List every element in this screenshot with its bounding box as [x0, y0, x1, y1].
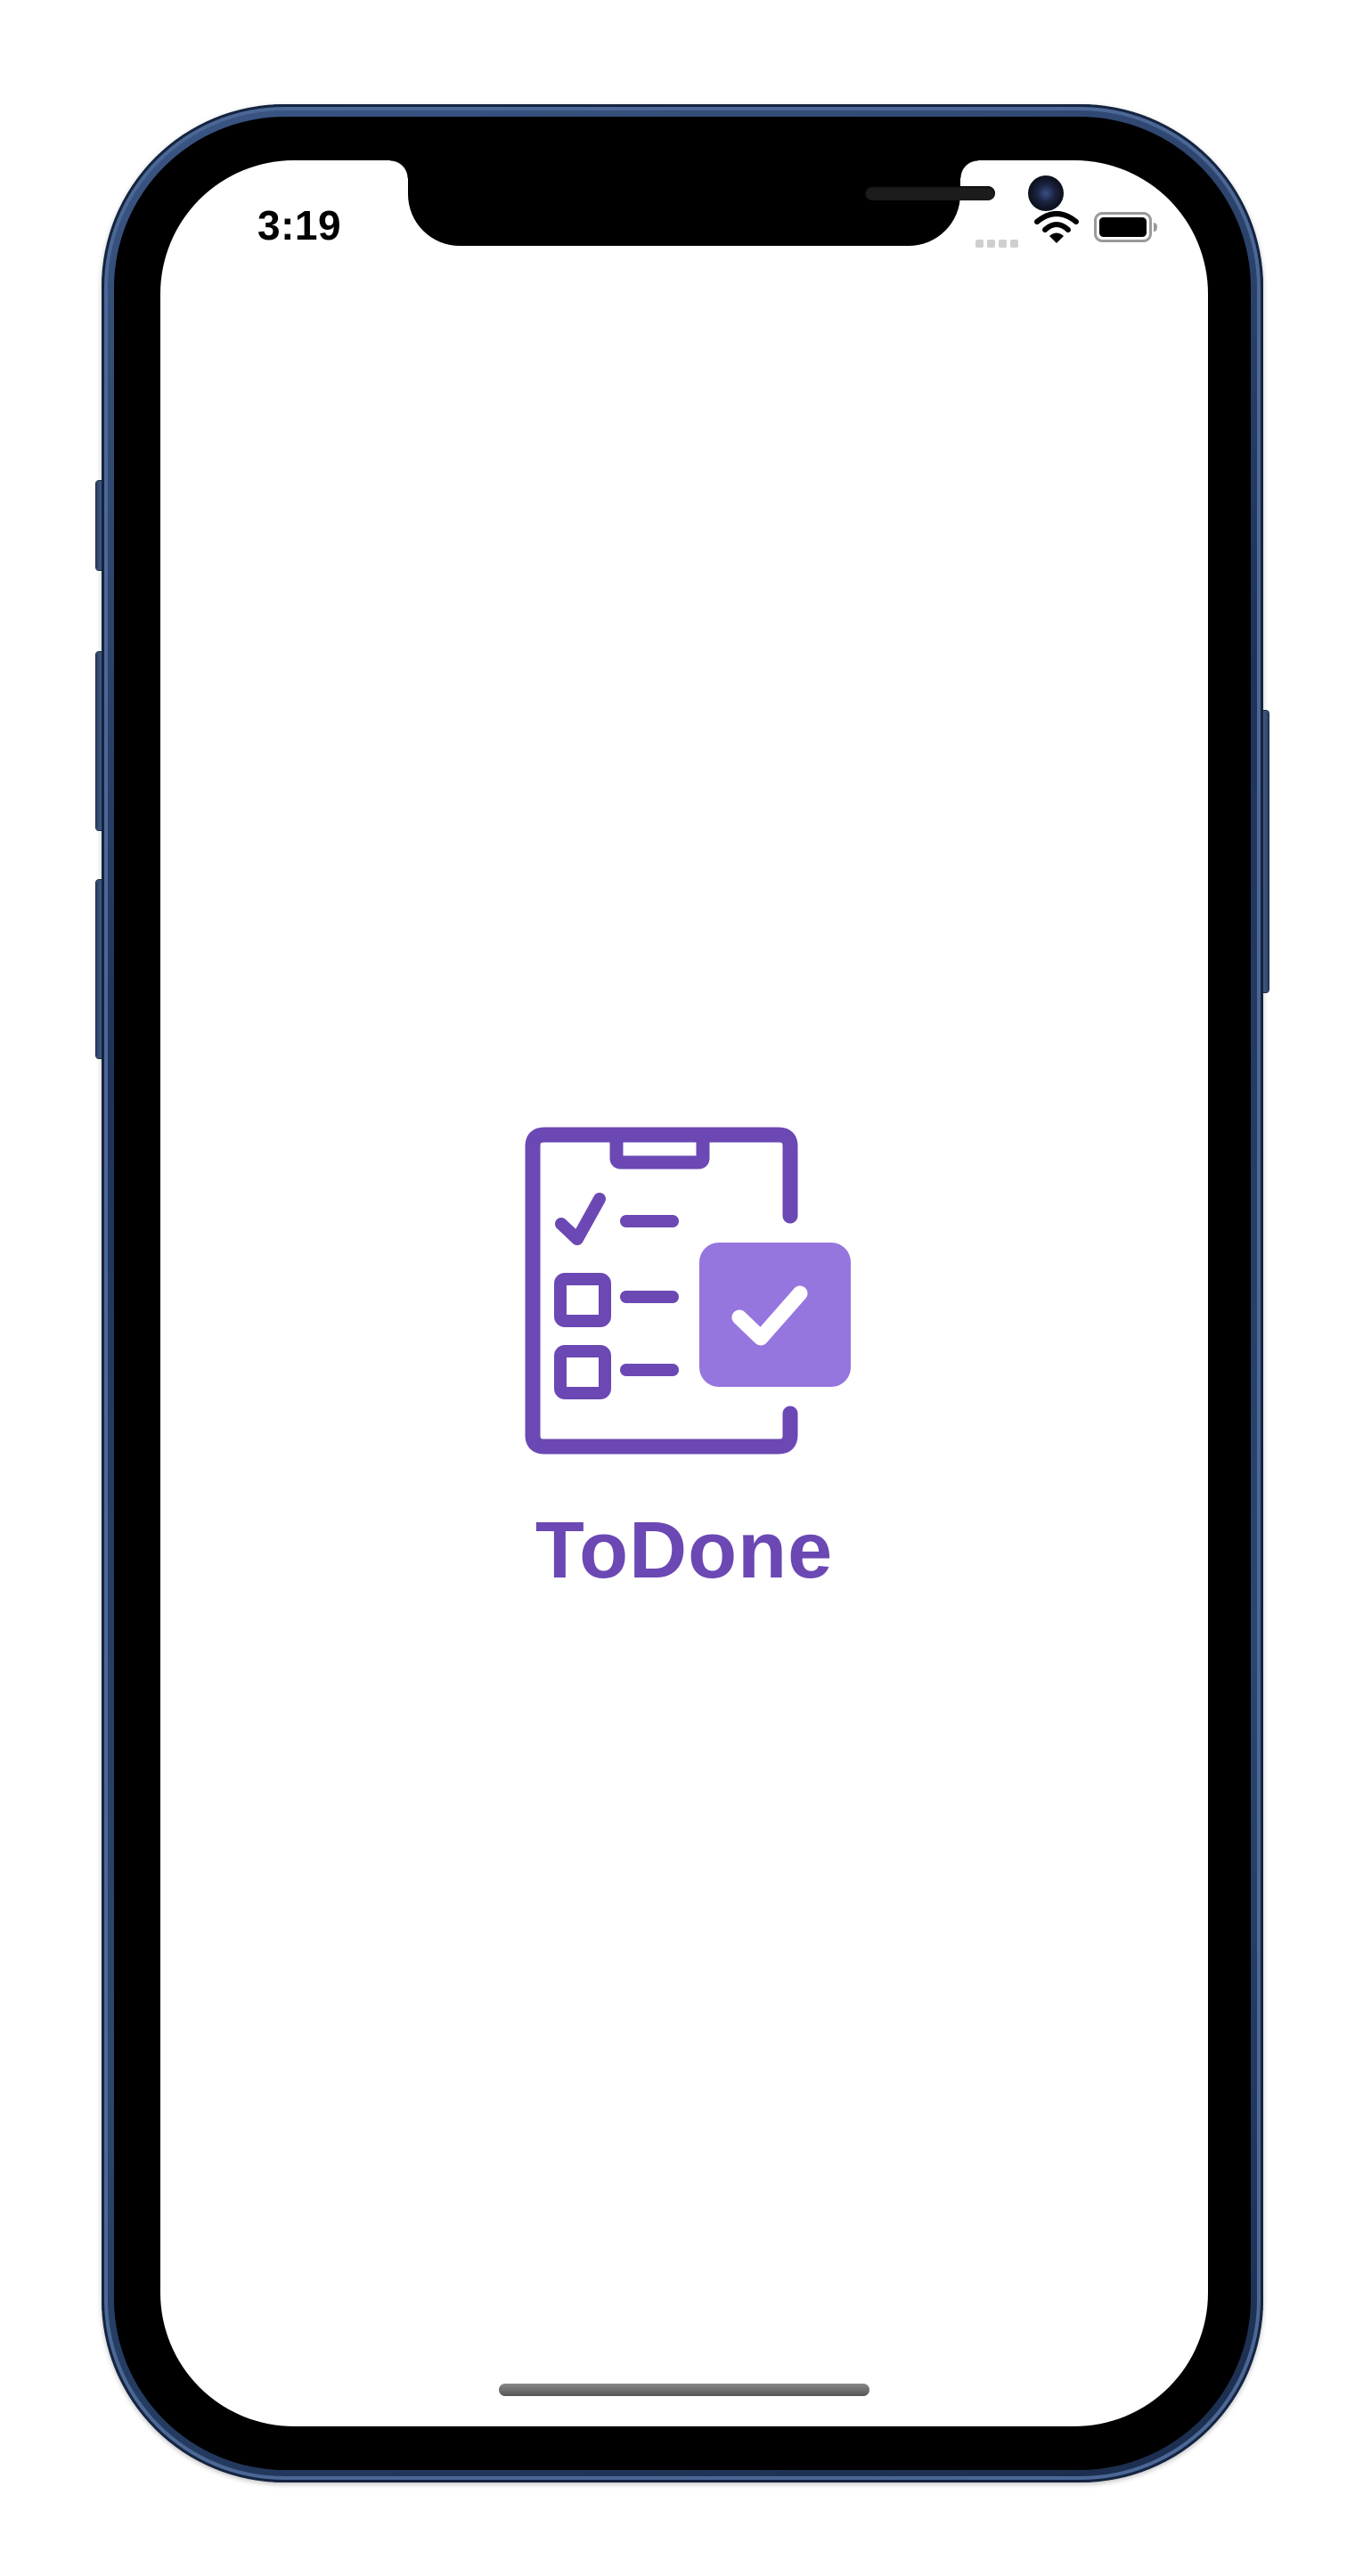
earpiece-speaker — [865, 186, 995, 200]
device-screenshot: 3:19 ToDone — [0, 0, 1363, 2576]
cellular-signal-icon — [975, 237, 1022, 248]
battery-icon — [1094, 212, 1157, 242]
home-indicator[interactable] — [499, 2384, 869, 2396]
device-notch — [390, 160, 1064, 246]
wifi-icon — [1034, 211, 1079, 243]
clipboard-checklist-icon — [525, 1127, 851, 1455]
app-screen: 3:19 ToDone — [160, 160, 1208, 2426]
app-title: ToDone — [535, 1506, 834, 1595]
front-camera — [1028, 175, 1064, 211]
status-time: 3:19 — [257, 202, 342, 249]
